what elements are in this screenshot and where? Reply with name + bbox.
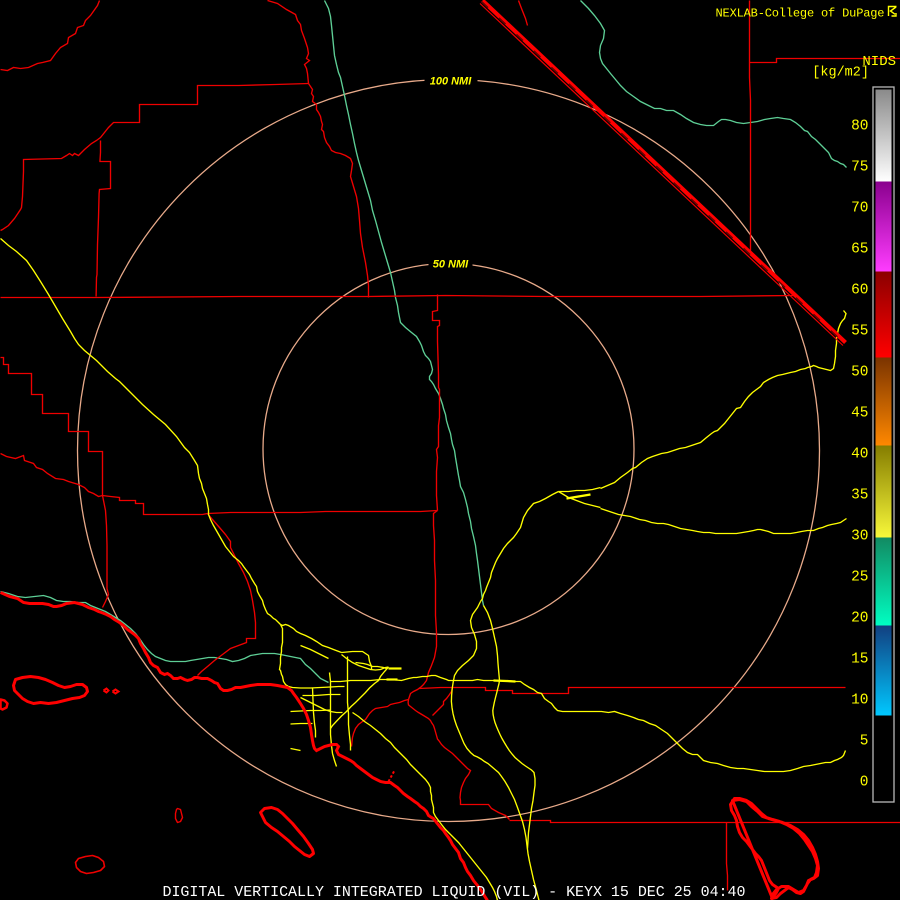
svg-text:35: 35 bbox=[851, 488, 868, 504]
svg-text:30: 30 bbox=[851, 529, 868, 545]
svg-text:0: 0 bbox=[860, 775, 869, 791]
svg-text:DIGITAL VERTICALLY INTEGRATED: DIGITAL VERTICALLY INTEGRATED LIQUID (VI… bbox=[163, 884, 746, 900]
svg-text:45: 45 bbox=[851, 406, 868, 422]
svg-text:70: 70 bbox=[851, 201, 868, 217]
svg-text:NEXLAB-College of DuPage: NEXLAB-College of DuPage bbox=[716, 7, 885, 21]
svg-text:55: 55 bbox=[851, 324, 868, 340]
svg-text:75: 75 bbox=[851, 160, 868, 176]
svg-text:80: 80 bbox=[851, 119, 868, 135]
svg-text:60: 60 bbox=[851, 283, 868, 299]
svg-text:50: 50 bbox=[851, 365, 868, 381]
svg-text:15: 15 bbox=[851, 652, 868, 668]
svg-text:20: 20 bbox=[851, 611, 868, 627]
svg-text:50 NMI: 50 NMI bbox=[433, 259, 469, 271]
svg-text:[kg/m2]: [kg/m2] bbox=[812, 66, 869, 81]
svg-text:5: 5 bbox=[860, 734, 869, 750]
svg-text:100 NMI: 100 NMI bbox=[430, 76, 473, 88]
svg-text:10: 10 bbox=[851, 693, 868, 709]
svg-text:65: 65 bbox=[851, 242, 868, 258]
svg-text:25: 25 bbox=[851, 570, 868, 586]
svg-text:40: 40 bbox=[851, 447, 868, 463]
